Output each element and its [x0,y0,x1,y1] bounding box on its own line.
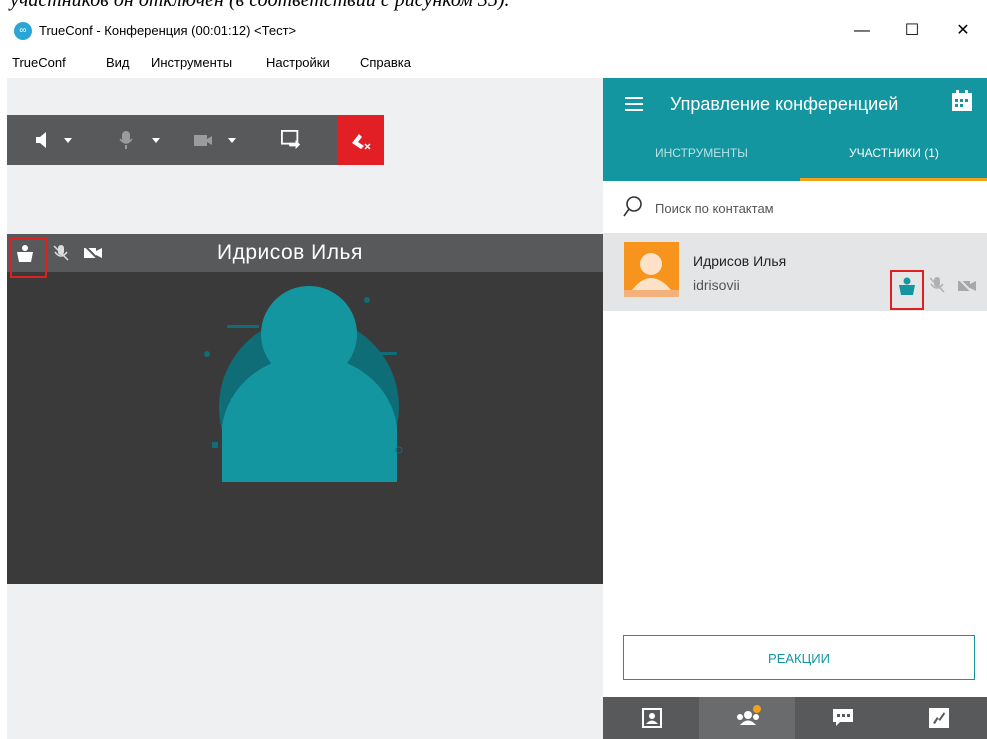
share-screen-icon[interactable] [280,130,302,150]
menu-trueconf[interactable]: TrueConf [12,55,66,70]
user-avatar-icon [624,242,679,297]
contacts-icon [642,708,662,728]
search-icon [623,196,642,217]
menu-settings[interactable]: Настройки [266,55,330,70]
search-input[interactable] [653,197,957,219]
camera-off-icon [84,245,102,261]
chat-icon [833,709,853,726]
participants-tab-button[interactable] [699,697,795,739]
mic-off-icon[interactable] [928,276,946,296]
video-participant-name: Идрисов Илья [217,241,363,264]
menu-tools[interactable]: Инструменты [151,55,232,70]
trueconf-logo-icon: ∞ [14,22,32,40]
media-toolbar [7,115,337,165]
participant-name: Идрисов Илья [693,253,787,269]
menu-help[interactable]: Справка [360,55,411,70]
hangup-button[interactable] [337,115,384,165]
conference-panel: Управление конференцией ИНСТРУМЕНТЫ УЧАС… [603,78,987,739]
document-caption: участников он отключен (в соответствии с… [10,0,510,11]
tab-tools[interactable]: ИНСТРУМЕНТЫ [655,146,748,160]
contacts-tab-button[interactable] [603,697,699,739]
speaker-icon[interactable] [34,130,74,150]
participant-row[interactable]: Идрисов Илья idrisovii [603,234,987,311]
calendar-icon[interactable] [951,90,973,112]
minimize-button[interactable]: — [839,16,885,46]
participants-icon [737,705,761,725]
chat-tab-button[interactable] [795,697,891,739]
title-bar: ∞ TrueConf - Конференция (00:01:12) <Тес… [0,14,987,48]
microphone-icon[interactable] [119,130,164,150]
call-tab-button[interactable] [891,697,987,739]
menu-view[interactable]: Вид [106,55,130,70]
reactions-button[interactable]: РЕАКЦИИ [623,635,975,680]
call-icon [929,708,949,728]
participant-login: idrisovii [693,277,740,293]
panel-header: Управление конференцией ИНСТРУМЕНТЫ УЧАС… [603,78,987,181]
maximize-button[interactable]: ☐ [889,16,935,46]
close-button[interactable]: ✕ [940,16,986,46]
menu-bar: TrueConf Вид Инструменты Настройки Справ… [0,48,987,78]
contact-search [603,181,987,234]
conference-area: Идрисов Илья [7,78,603,739]
panel-title: Управление конференцией [670,94,899,114]
avatar-placeholder-icon [204,286,403,482]
podium-highlight-box [10,237,47,278]
hamburger-menu-icon[interactable] [625,95,645,113]
camera-icon[interactable] [193,130,243,150]
hangup-icon [352,134,371,150]
podium-highlight-box-panel [890,270,924,310]
video-area [7,272,603,584]
tab-participants[interactable]: УЧАСТНИКИ (1) [849,146,939,160]
panel-bottom-bar [603,697,987,739]
mic-off-icon [53,245,69,261]
camera-off-icon[interactable] [957,278,977,294]
avatar [624,242,679,297]
window-title: TrueConf - Конференция (00:01:12) <Тест> [39,23,297,38]
video-header: Идрисов Илья [7,234,603,272]
